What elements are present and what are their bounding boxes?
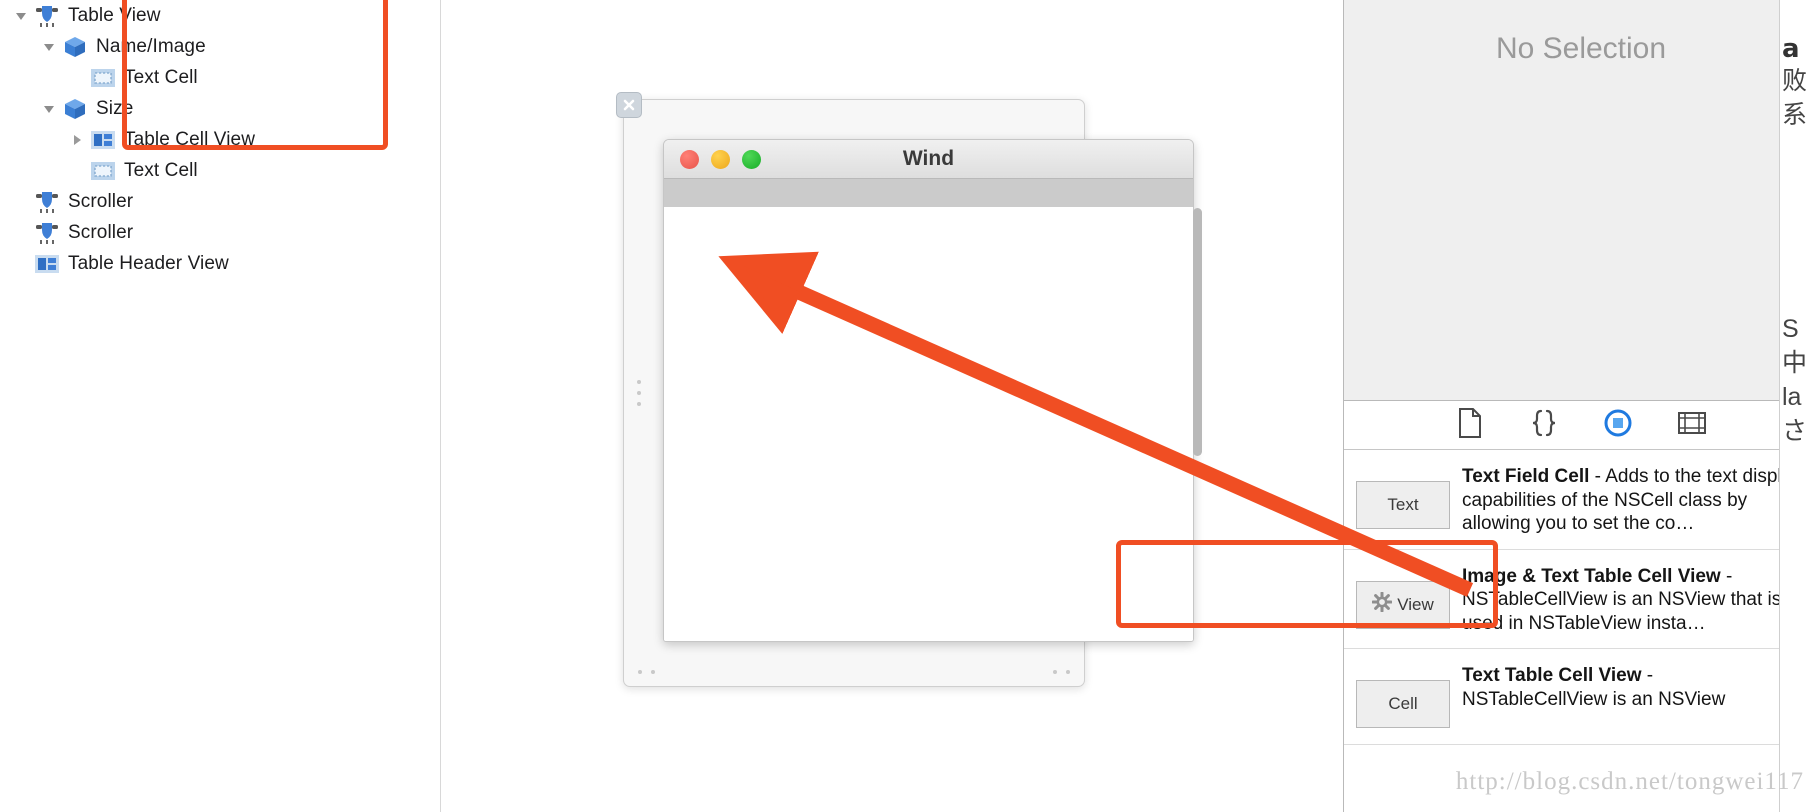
outline-row-label: Table Cell View [124,128,256,150]
outline-row[interactable]: Scroller [0,217,440,248]
resize-dot [637,391,641,395]
object-outline-tree[interactable]: Table View Name/Image Text Cell Size Table C… [0,0,440,279]
outline-row[interactable]: Size [0,93,440,124]
app-root: Table View Name/Image Text Cell Size Table C… [0,0,1818,812]
library-item-thumb-label: Cell [1388,694,1418,713]
window-toolbar-strip [664,179,1193,208]
library-item-title: Text Table Cell View [1462,665,1642,686]
traffic-lights[interactable] [664,149,761,169]
resize-dot [1053,670,1057,674]
disclosure-chevron-right-icon[interactable] [66,132,88,148]
library-item-text: Text Table Cell View - NSTableCellView i… [1462,662,1802,711]
file-template-icon [1457,407,1483,443]
media-icon [1678,411,1706,440]
library-tab-code-snippet[interactable] [1529,409,1559,442]
outline-row-label: Name/Image [96,35,206,57]
outline-row[interactable]: Scroller [0,186,440,217]
window-content-area[interactable] [664,207,1193,641]
window-titlebar[interactable]: Wind [664,140,1193,179]
resize-dot [1066,670,1070,674]
library-item-title: Text Field Cell [1462,466,1590,487]
cube-icon [60,96,90,122]
library-item-thumbnail: Text [1356,481,1450,529]
library-item-thumbnail: View [1356,580,1450,629]
code-snippet-icon [1531,409,1557,442]
library-tab-objects[interactable] [1603,408,1633,443]
scroller-icon [32,220,62,246]
text-cell-icon [88,65,118,91]
library-item-description: NSTableCellView is an NSView that is use… [1462,589,1782,634]
scroller-icon [32,189,62,215]
library-item[interactable]: Cell Text Table Cell View - NSTableCellVi… [1344,649,1818,745]
close-light[interactable] [680,149,699,169]
objects-icon [1603,408,1633,443]
minimize-light[interactable] [711,149,730,169]
library-tab-media[interactable] [1677,410,1707,440]
library-tab-file-template[interactable] [1455,407,1485,443]
outline-row[interactable]: Table Cell View [0,124,440,155]
library-item-thumb-label: Text [1387,495,1419,514]
outline-row[interactable]: Table Header View [0,248,440,279]
utilities-panel: No Selection Text Text Field Cell - Adds … [1343,0,1818,812]
library-item-dash: - [1641,665,1654,686]
zoom-light[interactable] [742,149,761,169]
table-view-icon [32,3,62,29]
close-icon[interactable] [616,92,642,118]
table-header-view-icon [32,251,62,277]
resize-dot [637,402,641,406]
outline-row-label: Scroller [68,221,134,243]
library-item[interactable]: View Image & Text Table Cell View - NSTab… [1344,550,1818,649]
library-item-title: Image & Text Table Cell View [1462,565,1721,587]
library-item-description: NSTableCellView is an NSView [1462,688,1726,710]
outline-row[interactable]: Table View [0,0,440,31]
disclosure-chevron-down-icon[interactable] [10,8,32,24]
preview-window[interactable]: Wind [663,139,1194,642]
text-cell-icon [88,158,118,184]
outline-panel: Table View Name/Image Text Cell Size Table C… [0,0,441,812]
outline-row-label: Text Cell [124,159,198,181]
library-item-thumbnail: Cell [1356,680,1450,728]
background-fragment-bottom: S 中 la さ [1782,315,1808,445]
library-item-text: Text Field Cell - Adds to the text displ… [1462,463,1802,536]
background-fragment-cjk: 败 系 [1782,67,1808,129]
disclosure-chevron-down-icon[interactable] [38,101,60,117]
background-page-sliver: a 败 系 S 中 la さ [1779,0,1818,812]
cube-icon [60,34,90,60]
resize-dot [651,670,655,674]
library-item-list[interactable]: Text Text Field Cell - Adds to the text d… [1344,450,1818,812]
bottom-left-resize-dots[interactable] [638,670,655,674]
gear-icon [1371,591,1393,617]
inspector-area: No Selection [1344,0,1818,401]
left-resize-dots[interactable] [637,380,641,406]
outline-row-label: Table View [68,4,161,26]
library-item-dash: - [1589,466,1606,487]
canvas-scrollbar[interactable] [1193,208,1202,456]
library-tab-bar[interactable] [1344,401,1818,450]
table-cell-view-icon [88,127,118,153]
outline-row-label: Size [96,97,134,119]
bottom-right-resize-dots[interactable] [1053,670,1070,674]
background-fragment-top: a [1782,34,1800,64]
outline-row-label: Text Cell [124,66,198,88]
outline-row[interactable]: Text Cell [0,155,440,186]
window-object-wrapper[interactable]: Wind [616,92,1202,687]
no-selection-label: No Selection [1495,32,1667,65]
library-item-thumb-label: View [1397,594,1434,614]
resize-dot [638,670,642,674]
outline-row-label: Table Header View [68,252,229,274]
resize-dot [637,380,641,384]
outline-row[interactable]: Text Cell [0,62,440,93]
library-item[interactable]: Text Text Field Cell - Adds to the text d… [1344,450,1818,550]
interface-builder-canvas[interactable]: Wind [441,0,1343,812]
outline-row[interactable]: Name/Image [0,31,440,62]
outline-row-label: Scroller [68,190,134,212]
library-item-dash: - [1720,565,1733,587]
disclosure-chevron-down-icon[interactable] [38,39,60,55]
library-item-text: Image & Text Table Cell View - NSTableCe… [1462,563,1802,636]
